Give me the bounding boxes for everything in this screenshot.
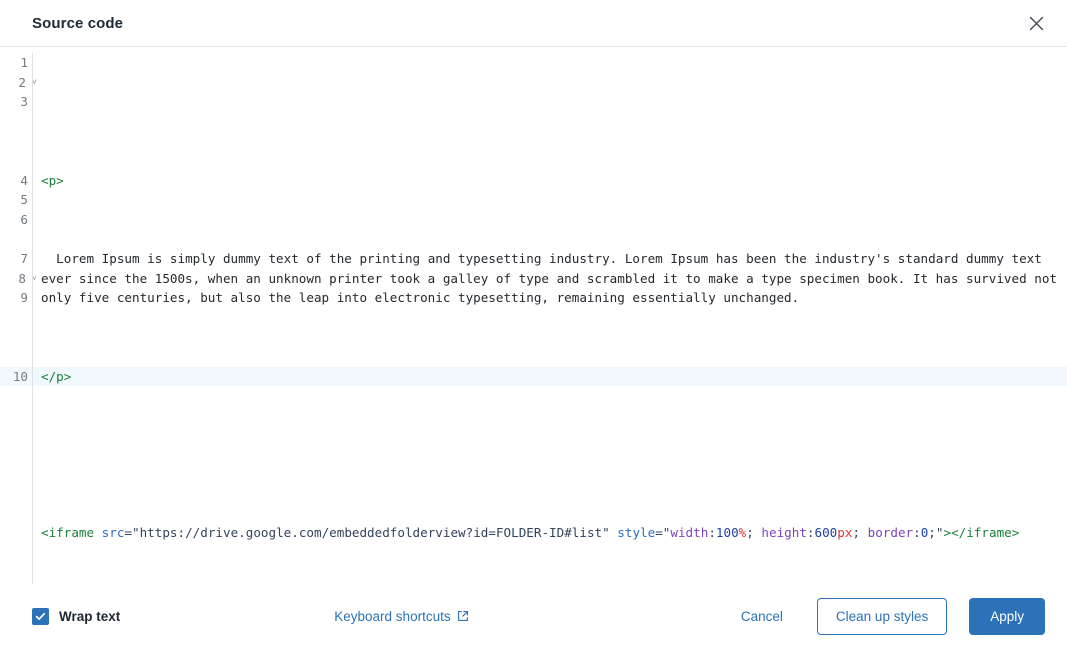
- close-icon: [1029, 16, 1044, 31]
- line-number: 5: [20, 192, 28, 208]
- code-editor[interactable]: 1 2 ˅ 3 4 5 6 7 8 ˅ 9 10 <p> Lorem Ipsum…: [0, 47, 1067, 584]
- code-line-6: <iframe src="https://drive.google.com/em…: [41, 525, 1020, 541]
- dialog-header: Source code: [0, 0, 1067, 47]
- wrap-text-checkbox[interactable]: [32, 607, 49, 625]
- line-number: 9: [20, 290, 28, 306]
- external-link-icon: [457, 610, 469, 622]
- source-code-dialog: Source code 1 2 ˅ 3 4 5 6 7 8 ˅ 9 10 <p>…: [0, 0, 1067, 648]
- line-number: 1: [20, 55, 28, 70]
- keyboard-shortcuts-link[interactable]: Keyboard shortcuts: [334, 609, 468, 624]
- line-number: 3: [20, 94, 28, 110]
- line-number: 6: [20, 211, 28, 227]
- dialog-title: Source code: [32, 14, 124, 32]
- code-line-4: </p>: [41, 368, 72, 384]
- code-line-3: Lorem Ipsum is simply dummy text of the …: [41, 250, 1065, 306]
- line-number: 7: [20, 250, 28, 266]
- clean-up-styles-button[interactable]: Clean up styles: [816, 597, 948, 635]
- line-number-gutter: 1 2 ˅ 3 4 5 6 7 8 ˅ 9 10: [0, 53, 37, 584]
- line-number: 2 ˅: [18, 74, 37, 90]
- close-button[interactable]: [1019, 6, 1053, 40]
- dialog-footer: Wrap text Keyboard shortcuts Cancel Clea…: [0, 584, 1067, 648]
- wrap-text-toggle[interactable]: Wrap text: [32, 607, 121, 625]
- check-icon: [35, 611, 46, 622]
- code-line-2: <p>: [41, 172, 64, 188]
- code-content[interactable]: <p> Lorem Ipsum is simply dummy text of …: [33, 53, 1067, 584]
- apply-button[interactable]: Apply: [969, 597, 1045, 635]
- wrap-text-label: Wrap text: [59, 608, 121, 624]
- cancel-button[interactable]: Cancel: [727, 601, 797, 632]
- line-number: 8 ˅: [18, 270, 37, 286]
- line-number: 10: [12, 368, 28, 384]
- keyboard-shortcuts-label: Keyboard shortcuts: [334, 608, 451, 624]
- line-number: 4: [20, 172, 28, 188]
